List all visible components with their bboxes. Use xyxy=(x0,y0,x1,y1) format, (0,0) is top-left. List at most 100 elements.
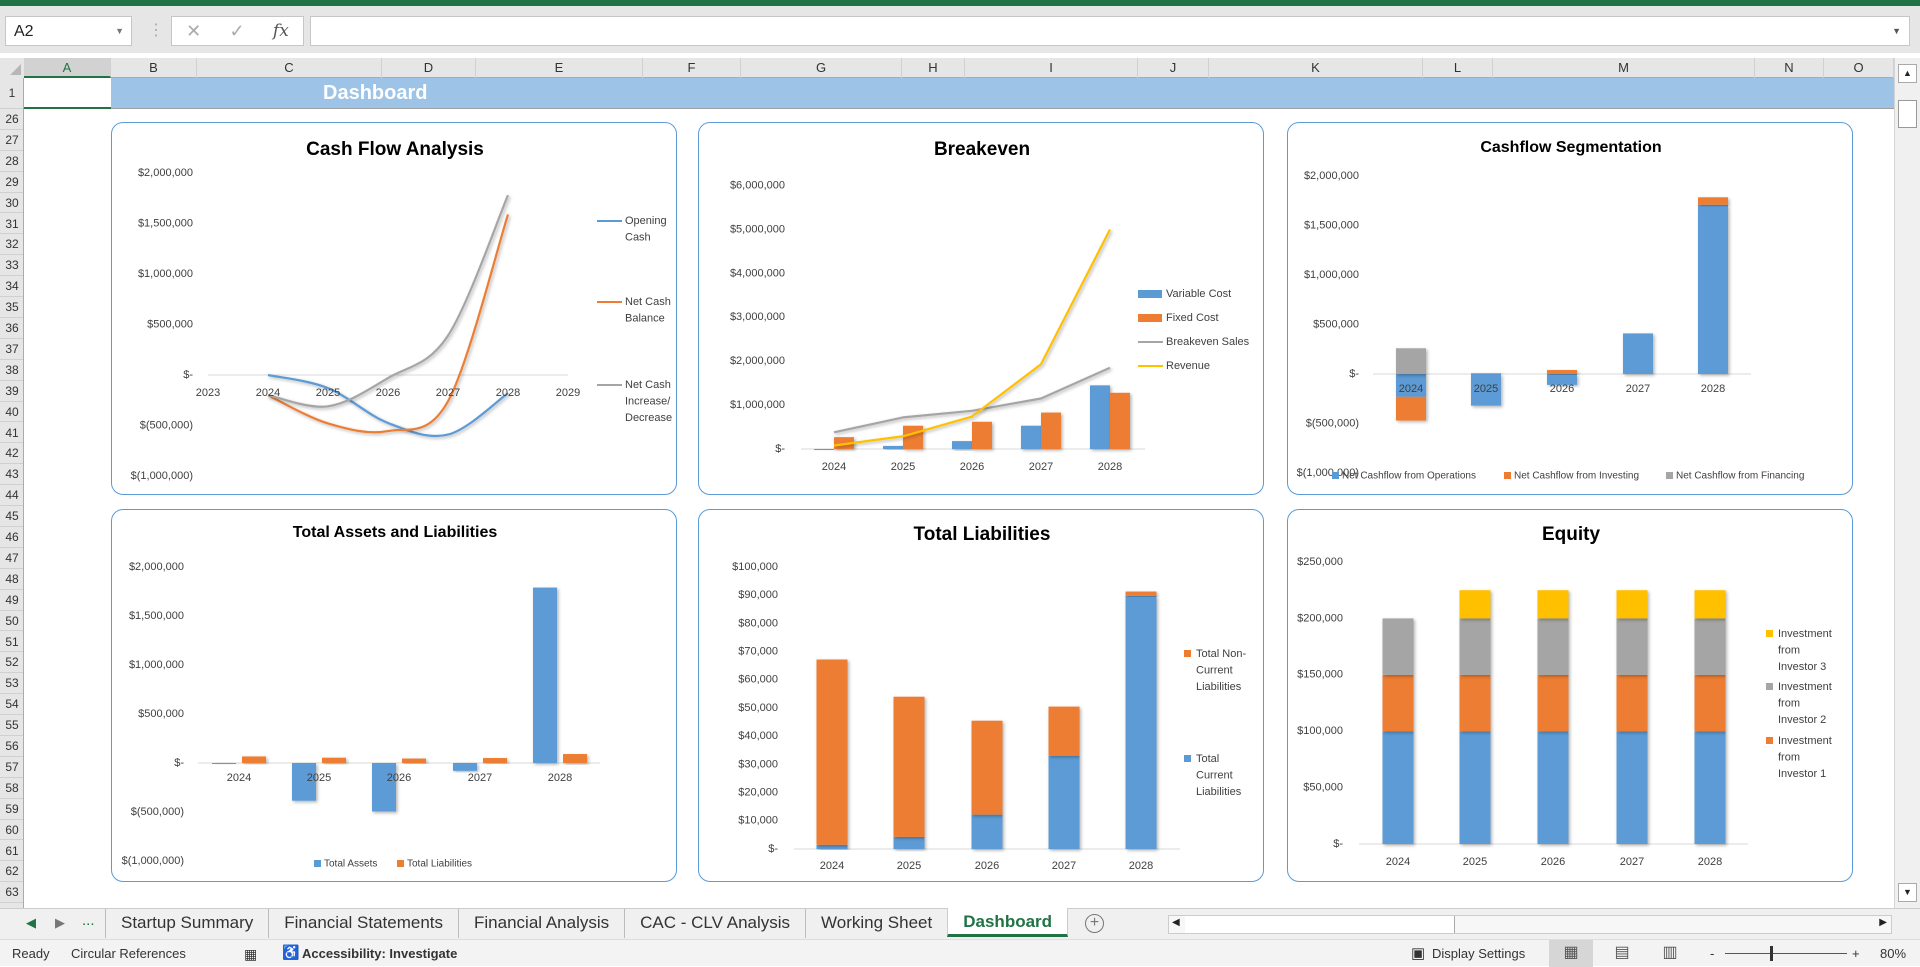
row-header-40[interactable]: 40 xyxy=(0,402,23,423)
row-header-35[interactable]: 35 xyxy=(0,297,23,318)
row-header-52[interactable]: 52 xyxy=(0,652,23,674)
column-header-A[interactable]: A xyxy=(24,58,111,78)
row-header-57[interactable]: 57 xyxy=(0,757,23,778)
row-header-50[interactable]: 50 xyxy=(0,611,23,632)
row-header-48[interactable]: 48 xyxy=(0,569,23,590)
tab-prev-icon[interactable]: ◀ xyxy=(26,915,36,931)
sheet-tab-startup-summary[interactable]: Startup Summary xyxy=(105,909,268,938)
zoom-slider-thumb[interactable] xyxy=(1770,946,1773,961)
vertical-scroll-thumb[interactable] xyxy=(1898,100,1917,128)
status-circular-references[interactable]: Circular References xyxy=(71,946,186,961)
row-header-46[interactable]: 46 xyxy=(0,527,23,548)
column-header-K[interactable]: K xyxy=(1209,58,1423,78)
row-header-51[interactable]: 51 xyxy=(0,632,23,653)
column-header-H[interactable]: H xyxy=(902,58,965,78)
row-header-54[interactable]: 54 xyxy=(0,694,23,716)
column-header-E[interactable]: E xyxy=(476,58,643,78)
row-header-62[interactable]: 62 xyxy=(0,861,23,883)
column-header-F[interactable]: F xyxy=(643,58,741,78)
column-header-N[interactable]: N xyxy=(1755,58,1824,78)
tab-next-icon[interactable]: ▶ xyxy=(55,915,65,931)
row-header-53[interactable]: 53 xyxy=(0,673,23,695)
vertical-scrollbar[interactable]: ▲ ▼ xyxy=(1894,58,1920,908)
column-header-M[interactable]: M xyxy=(1493,58,1755,78)
scroll-left-icon[interactable]: ◀ xyxy=(1172,917,1180,928)
column-header-L[interactable]: L xyxy=(1423,58,1493,78)
sheet-tab-working-sheet[interactable]: Working Sheet xyxy=(805,909,947,938)
sheet-tab-financial-analysis[interactable]: Financial Analysis xyxy=(458,909,624,938)
row-header-1[interactable]: 1 xyxy=(0,78,23,109)
sheet-tab-financial-statements[interactable]: Financial Statements xyxy=(268,909,458,938)
zoom-out-button[interactable]: - xyxy=(1710,946,1714,961)
chart-cashflow-segmentation[interactable]: Cashflow Segmentation $2,000,000 $1,500,00… xyxy=(1287,122,1853,495)
row-header-31[interactable]: 31 xyxy=(0,214,23,235)
scroll-up-icon[interactable]: ▲ xyxy=(1898,64,1917,83)
column-header-I[interactable]: I xyxy=(965,58,1138,78)
scroll-right-icon[interactable]: ▶ xyxy=(1879,917,1887,928)
row-header-42[interactable]: 42 xyxy=(0,443,23,465)
column-header-G[interactable]: G xyxy=(741,58,902,78)
drag-handle-icon[interactable]: ⋮ xyxy=(148,20,164,40)
chart-total-assets-liabilities[interactable]: Total Assets and Liabilities $2,000,000 $1… xyxy=(111,509,677,882)
sheet-tab-cac-clv-analysis[interactable]: CAC - CLV Analysis xyxy=(624,909,805,938)
chart-total-liabilities[interactable]: Total Liabilities $100,000 $90,000 $80,000 $… xyxy=(698,509,1264,882)
column-header-J[interactable]: J xyxy=(1138,58,1209,78)
dashboard-banner[interactable]: Dashboard xyxy=(111,78,1894,109)
row-header-55[interactable]: 55 xyxy=(0,715,23,736)
insert-function-icon[interactable]: fx xyxy=(273,21,289,41)
status-accessibility[interactable]: Accessibility: Investigate xyxy=(302,946,457,961)
expand-formula-icon[interactable]: ▼ xyxy=(1892,26,1901,36)
add-sheet-icon[interactable]: + xyxy=(1085,914,1104,933)
macro-recording-icon[interactable]: ▦ xyxy=(244,946,257,963)
normal-view-icon[interactable]: ▦ xyxy=(1549,940,1593,967)
row-header-29[interactable]: 29 xyxy=(0,172,23,193)
row-header-59[interactable]: 59 xyxy=(0,799,23,820)
column-header-C[interactable]: C xyxy=(197,58,382,78)
row-header-47[interactable]: 47 xyxy=(0,548,23,569)
row-header-32[interactable]: 32 xyxy=(0,234,23,256)
more-tabs-button[interactable]: ... xyxy=(82,912,95,929)
zoom-in-button[interactable]: + xyxy=(1852,946,1860,961)
row-header-60[interactable]: 60 xyxy=(0,820,23,841)
enter-icon[interactable]: ✓ xyxy=(230,21,245,42)
sheet-tab-dashboard[interactable]: Dashboard xyxy=(947,908,1069,937)
name-box[interactable]: A2 ▼ xyxy=(5,16,132,46)
row-header-49[interactable]: 49 xyxy=(0,590,23,611)
column-header-B[interactable]: B xyxy=(111,58,197,78)
row-header-38[interactable]: 38 xyxy=(0,360,23,381)
formula-input[interactable]: ▼ xyxy=(310,16,1910,46)
chevron-down-icon[interactable]: ▼ xyxy=(115,26,124,36)
cell-a1[interactable] xyxy=(24,78,111,109)
row-header-28[interactable]: 28 xyxy=(0,151,23,172)
column-header-O[interactable]: O xyxy=(1824,58,1894,78)
display-settings-icon[interactable]: ▣ xyxy=(1411,944,1425,962)
row-header-39[interactable]: 39 xyxy=(0,381,23,402)
row-header-30[interactable]: 30 xyxy=(0,193,23,214)
zoom-slider[interactable] xyxy=(1725,953,1847,954)
row-header-34[interactable]: 34 xyxy=(0,276,23,298)
chart-breakeven[interactable]: Breakeven $6,000,000 $5,000,000 $4,000,000 $… xyxy=(698,122,1264,495)
row-header-27[interactable]: 27 xyxy=(0,130,23,151)
chart-equity[interactable]: Equity $250,000 $200,000 $150,000 $100,000 $5… xyxy=(1287,509,1853,882)
row-header-37[interactable]: 37 xyxy=(0,339,23,360)
page-layout-view-icon[interactable]: ▤ xyxy=(1600,940,1644,967)
accessibility-icon[interactable]: ♿ xyxy=(282,944,299,961)
row-header-58[interactable]: 58 xyxy=(0,778,23,799)
page-break-view-icon[interactable]: ▥ xyxy=(1648,940,1692,967)
cancel-icon[interactable]: ✕ xyxy=(186,21,201,42)
display-settings-button[interactable]: Display Settings xyxy=(1432,946,1525,961)
horizontal-scroll-thumb[interactable] xyxy=(1185,916,1455,933)
row-header-45[interactable]: 45 xyxy=(0,506,23,527)
select-all-button[interactable] xyxy=(0,58,24,78)
row-header-41[interactable]: 41 xyxy=(0,423,23,444)
column-header-D[interactable]: D xyxy=(382,58,476,78)
row-header-44[interactable]: 44 xyxy=(0,485,23,507)
row-header-56[interactable]: 56 xyxy=(0,736,23,757)
row-header-33[interactable]: 33 xyxy=(0,255,23,277)
chart-cash-flow-analysis[interactable]: Cash Flow Analysis $2,000,000 $1,500,000 $1… xyxy=(111,122,677,495)
zoom-level[interactable]: 80% xyxy=(1880,946,1906,961)
row-header-63[interactable]: 63 xyxy=(0,882,23,904)
row-header-61[interactable]: 61 xyxy=(0,841,23,862)
horizontal-scrollbar[interactable]: ◀ ▶ xyxy=(1168,915,1892,934)
scroll-down-icon[interactable]: ▼ xyxy=(1898,883,1917,902)
